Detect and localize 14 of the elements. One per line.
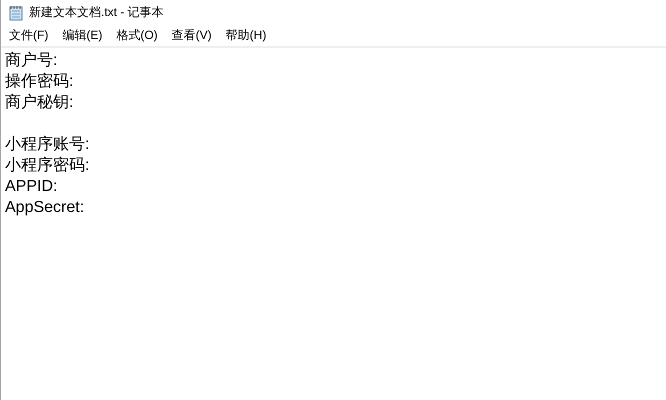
menu-item[interactable]: 查看(V) [166, 25, 218, 46]
text-line: AppSecret: [5, 198, 84, 218]
menu-item[interactable]: 文件(F) [3, 25, 54, 46]
menu-item[interactable]: 格式(O) [110, 25, 164, 46]
text-line: 操作密码: [5, 72, 74, 92]
notepad-icon [9, 4, 23, 20]
text-line: 商户秘钥: [5, 92, 74, 113]
text-line: 小程序账号: [5, 134, 90, 155]
text-line: 小程序密码: [5, 156, 90, 176]
text-line: APPID: [5, 177, 58, 197]
text-line: 商户号: [5, 50, 58, 71]
menu-item[interactable]: 编辑(E) [56, 25, 108, 46]
menu-item[interactable]: 帮助(H) [220, 25, 272, 46]
window-title: 新建文本文档.txt - 记事本 [29, 4, 164, 21]
